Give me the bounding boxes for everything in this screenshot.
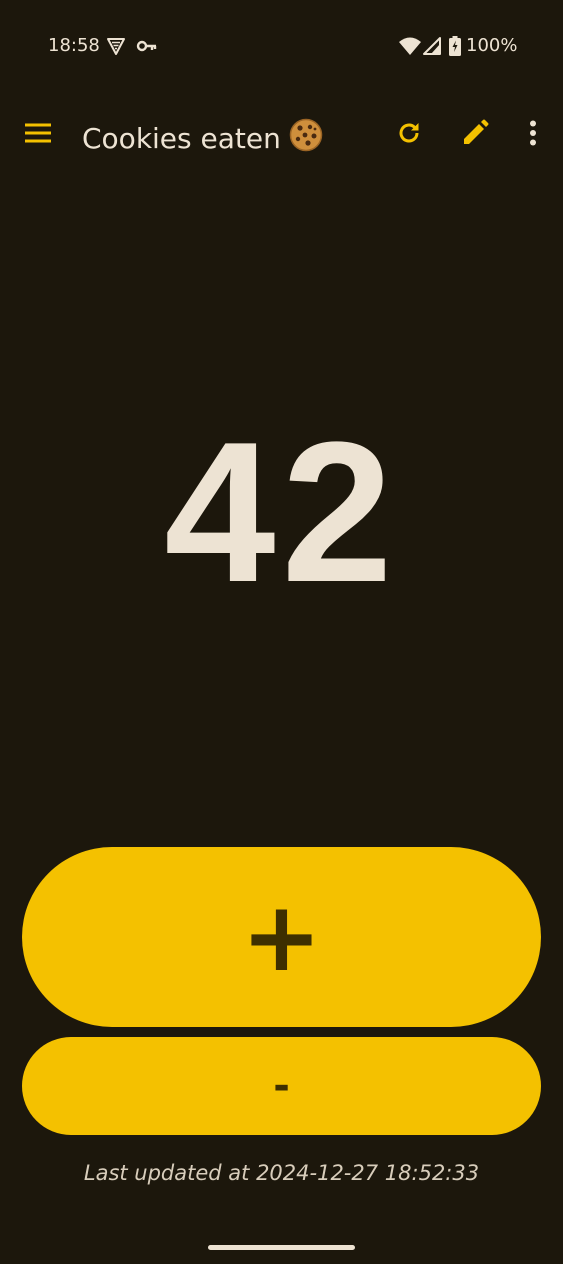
vpn-shield-icon [106, 36, 128, 56]
decrement-label: - [273, 1063, 290, 1109]
title-text: Cookies eaten [82, 122, 281, 155]
battery-charging-icon [448, 36, 462, 56]
counter-value: 42 [164, 401, 399, 624]
key-icon [136, 36, 158, 56]
menu-icon [25, 123, 51, 148]
status-bar: 18:58 100% [0, 0, 563, 90]
app-toolbar: Cookies eaten [0, 100, 563, 170]
battery-percent: 100% [466, 35, 518, 56]
increment-label: + [241, 881, 322, 993]
last-updated-text: Last updated at 2024-12-27 18:52:33 [83, 1161, 480, 1185]
reset-button[interactable] [387, 113, 431, 157]
menu-button[interactable] [16, 113, 60, 157]
wifi-icon [398, 36, 421, 56]
decrement-button[interactable]: - [22, 1037, 541, 1135]
more-vert-icon [529, 120, 537, 151]
edit-button[interactable] [453, 113, 497, 157]
gesture-navigation-bar[interactable] [208, 1245, 355, 1250]
app-screen: 18:58 100% Cookies eaten 42 + - Last upd… [0, 0, 563, 1264]
cookie-icon [289, 118, 323, 160]
refresh-icon [396, 120, 422, 151]
cell-signal-icon [422, 36, 444, 56]
edit-icon [461, 119, 489, 152]
increment-button[interactable]: + [22, 847, 541, 1027]
status-time: 18:58 [48, 35, 100, 56]
page-title: Cookies eaten [82, 118, 323, 160]
overflow-menu-button[interactable] [511, 113, 555, 157]
